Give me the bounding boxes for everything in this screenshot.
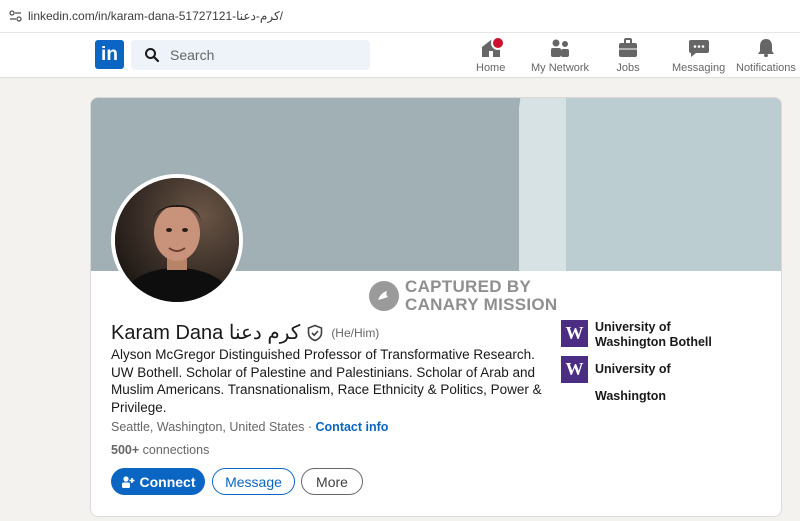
nav-notifications-label: Notifications — [736, 62, 796, 74]
home-icon — [479, 36, 505, 59]
location-text: Seattle, Washington, United States — [111, 420, 305, 434]
nav-home-label: Home — [476, 62, 506, 74]
search-input[interactable] — [168, 46, 362, 64]
verified-shield-icon[interactable] — [306, 324, 324, 342]
top-nav: in Home My Network — [0, 33, 800, 78]
url-text[interactable]: linkedin.com/in/karam-dana-51727121-كرم-… — [28, 9, 283, 23]
nav-jobs-label: Jobs — [616, 62, 640, 74]
nav-my-network-label: My Network — [531, 62, 590, 74]
briefcase-icon — [616, 37, 640, 59]
education-name: University of Washington Bothell — [595, 320, 712, 349]
avatar[interactable] — [111, 174, 243, 306]
nav-my-network[interactable]: My Network — [531, 37, 589, 75]
uw-logo: W — [561, 356, 588, 383]
watermark-line2: CANARY MISSION — [405, 295, 558, 314]
connections-label: connections — [139, 443, 210, 457]
watermark-line1: CAPTURED BY — [405, 277, 532, 296]
profile-card: CAPTURED BY CANARY MISSION Karam Dana كر… — [90, 97, 782, 517]
education-item[interactable]: W University of Washington — [561, 356, 745, 410]
search-icon — [144, 47, 160, 63]
canary-mission-watermark: CAPTURED BY CANARY MISSION — [369, 278, 558, 314]
add-person-icon — [121, 475, 135, 489]
notification-badge — [490, 36, 505, 50]
uw-logo: W — [561, 320, 588, 347]
nav-jobs[interactable]: Jobs — [616, 37, 640, 75]
profile-name-row: Karam Dana كرم دعنا (He/Him) — [111, 320, 379, 345]
education-item[interactable]: W University of Washington Bothell — [561, 320, 745, 350]
nav-messaging[interactable]: Messaging — [672, 37, 725, 75]
more-button[interactable]: More — [301, 468, 363, 495]
bird-icon — [369, 281, 399, 311]
education-name: University of Washington — [595, 362, 671, 403]
connect-button[interactable]: Connect — [111, 468, 205, 495]
connections-count: 500+ — [111, 443, 140, 457]
browser-url-bar[interactable]: linkedin.com/in/karam-dana-51727121-كرم-… — [0, 0, 800, 33]
nav-home[interactable]: Home — [476, 36, 506, 75]
profile-headline: Alyson McGregor Distinguished Professor … — [111, 347, 542, 415]
connections-line[interactable]: 500+ connections — [111, 443, 209, 457]
pronouns: (He/Him) — [331, 325, 380, 340]
location-line: Seattle, Washington, United States · Con… — [111, 420, 388, 434]
bell-icon — [754, 37, 778, 59]
profile-name: Karam Dana كرم دعنا — [111, 322, 301, 344]
linkedin-logo[interactable]: in — [95, 40, 124, 69]
network-icon — [548, 37, 572, 59]
separator: · — [304, 420, 316, 434]
messaging-icon — [687, 37, 711, 59]
contact-info-link[interactable]: Contact info — [316, 420, 389, 434]
nav-messaging-label: Messaging — [672, 62, 726, 74]
connect-label: Connect — [139, 473, 196, 490]
search-bar[interactable] — [131, 40, 370, 70]
nav-notifications[interactable]: Notifications — [736, 37, 796, 75]
message-button[interactable]: Message — [212, 468, 295, 495]
site-settings-icon[interactable] — [8, 9, 22, 23]
